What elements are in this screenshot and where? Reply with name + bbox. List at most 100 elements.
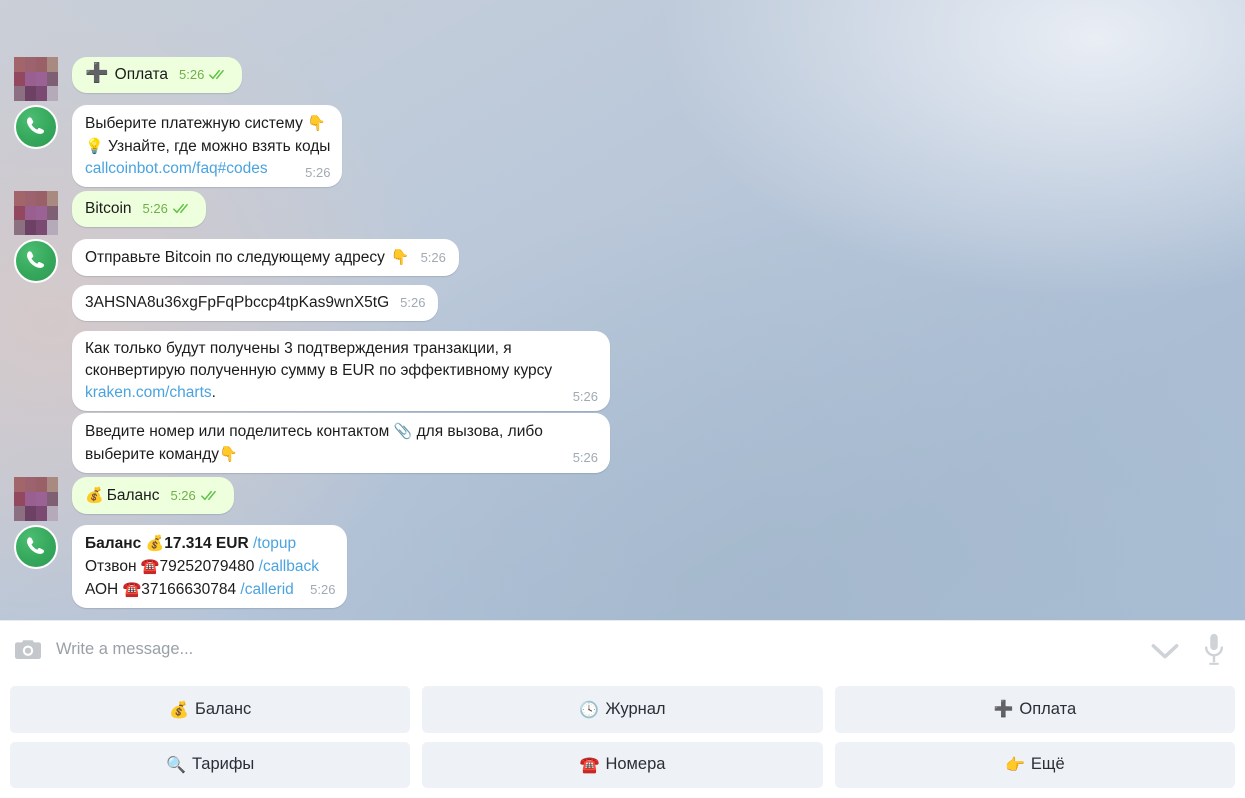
keyboard-button-label: Номера [605, 755, 666, 774]
callback-line: Отзвон ☎️79252079480 /callback [85, 555, 335, 578]
message-time: 5:26 [142, 201, 168, 216]
chat-message-area[interactable]: ➕ Оплата 5:26 Выберите платежную систему… [0, 0, 1245, 620]
avatar-slot [14, 57, 62, 101]
avatar-slot [14, 191, 62, 235]
message-meta: 5:26 [310, 583, 335, 596]
avatar-user-pixelated[interactable] [14, 477, 58, 521]
bitcoin-address-text: 3AHSNA8u36xgFpFqPbccp4tpKas9wnX5tG [85, 294, 390, 311]
message-bubble-incoming[interactable]: Баланс 💰17.314 EUR /topup Отзвон ☎️79252… [72, 525, 348, 608]
command-callback[interactable]: /callback [259, 558, 319, 575]
callerid-line: АОН ☎️37166630784 /callerid 5:26 [85, 578, 335, 601]
message-bubble-incoming[interactable]: Введите номер или поделитесь контактом 📎… [72, 413, 610, 473]
telephone-icon: ☎️ [140, 557, 160, 575]
callback-number: 79252079480 [159, 558, 255, 575]
message-time: 5:26 [305, 165, 331, 180]
message-time: 5:26 [572, 450, 598, 465]
message-bubble-outgoing[interactable]: Bitcoin 5:26 [72, 191, 206, 227]
avatar-user-pixelated[interactable] [14, 57, 58, 101]
balance-value: 17.314 EUR [164, 535, 249, 552]
avatar-slot [14, 239, 62, 283]
message-text-suffix: . [211, 384, 216, 401]
message-meta: 5:26 [573, 451, 598, 464]
message-bubble-incoming[interactable]: Как только будут получены 3 подтверждени… [72, 331, 610, 411]
message-input[interactable] [56, 640, 1145, 659]
message-time: 5:26 [179, 67, 205, 82]
point-down-icon: 👇 [390, 248, 410, 266]
keyboard-row: 💰 Баланс 🕓 Журнал ➕ Оплата [10, 686, 1235, 733]
message-text-line1: Выберите платежную систему [85, 115, 303, 132]
message-list: ➕ Оплата 5:26 Выберите платежную систему… [0, 57, 1245, 620]
read-ticks-icon [200, 490, 221, 501]
keyboard-button-label: Ещё [1030, 755, 1065, 774]
message-time: 5:26 [420, 250, 446, 265]
keyboard-button-journal[interactable]: 🕓 Журнал [422, 686, 823, 733]
avatar-slot [14, 477, 62, 521]
message-meta: 5:26 [573, 390, 598, 403]
keyboard-button-tariffs[interactable]: 🔍 Тарифы [10, 741, 411, 788]
message-row: Отправьте Bitcoin по следующему адресу 👇… [0, 239, 1245, 283]
callback-label: Отзвон [85, 558, 137, 575]
phone-handset-icon [26, 537, 45, 554]
keyboard-row: 🔍 Тарифы ☎️ Номера 👉 Ещё [10, 741, 1235, 788]
message-meta: 5:26 [170, 489, 220, 502]
point-right-icon: 👉 [1004, 755, 1025, 775]
keyboard-button-label: Оплата [1019, 699, 1077, 718]
message-bubble-incoming[interactable]: Отправьте Bitcoin по следующему адресу 👇… [72, 239, 459, 276]
point-down-icon: 👇 [219, 445, 238, 463]
message-row: Баланс 💰17.314 EUR /topup Отзвон ☎️79252… [0, 525, 1245, 608]
avatar-slot-empty [14, 285, 62, 329]
message-row: Введите номер или поделитесь контактом 📎… [0, 413, 1245, 473]
message-bubble-outgoing[interactable]: 💰 Баланс 5:26 [72, 477, 234, 514]
balance-label: Баланс [85, 535, 142, 552]
command-topup[interactable]: /topup [253, 535, 296, 552]
message-bubble-outgoing[interactable]: ➕ Оплата 5:26 [72, 57, 243, 93]
light-bulb-icon: 💡 [85, 137, 104, 155]
avatar-slot-empty [14, 331, 62, 375]
message-text-part1: Введите номер или поделитесь контактом [85, 423, 390, 440]
avatar-bot-phone[interactable] [14, 105, 58, 149]
message-bubble-incoming[interactable]: Выберите платежную систему 👇 💡 Узнайте, … [72, 105, 343, 187]
avatar-slot [14, 105, 62, 149]
money-bag-icon: 💰 [85, 486, 104, 504]
camera-icon[interactable] [14, 638, 42, 662]
telephone-icon: ☎️ [122, 580, 142, 598]
magnifying-glass-icon: 🔍 [166, 755, 186, 775]
keyboard-button-balance[interactable]: 💰 Баланс [10, 686, 411, 733]
avatar-bot-phone[interactable] [14, 525, 58, 569]
message-row: 3AHSNA8u36xgFpFqPbccp4tpKas9wnX5tG 5:26 [0, 285, 1245, 329]
message-text: Отправьте Bitcoin по следующему адресу [85, 249, 385, 266]
keyboard-button-more[interactable]: 👉 Ещё [834, 741, 1235, 788]
camera-glyph [15, 639, 41, 659]
message-row: Выберите платежную систему 👇 💡 Узнайте, … [0, 105, 1245, 187]
phone-handset-icon [26, 117, 45, 134]
message-row: Bitcoin 5:26 [0, 191, 1245, 235]
message-row: 💰 Баланс 5:26 [0, 477, 1245, 521]
message-time: 5:26 [400, 295, 426, 310]
message-time: 5:26 [572, 389, 598, 404]
message-text: Баланс [106, 487, 160, 504]
phone-handset-icon [26, 251, 45, 268]
message-composer [0, 620, 1245, 678]
keyboard-button-payment[interactable]: ➕ Оплата [834, 686, 1235, 733]
keyboard-button-label: Тарифы [191, 755, 255, 774]
link-kraken-charts[interactable]: kraken.com/charts [85, 384, 212, 401]
keyboard-button-numbers[interactable]: ☎️ Номера [422, 741, 823, 788]
message-meta: 5:26 [421, 251, 446, 264]
link-faq-codes[interactable]: callcoinbot.com/faq#codes [85, 160, 268, 177]
avatar-user-pixelated[interactable] [14, 191, 58, 235]
message-bubble-incoming[interactable]: 3AHSNA8u36xgFpFqPbccp4tpKas9wnX5tG 5:26 [72, 285, 439, 321]
message-meta: 5:26 [143, 202, 193, 215]
keyboard-button-label: Баланс [195, 699, 252, 718]
money-bag-icon: 💰 [169, 699, 190, 719]
plus-icon: ➕ [993, 699, 1014, 719]
avatar-bot-phone[interactable] [14, 239, 58, 283]
microphone-icon[interactable] [1199, 633, 1229, 667]
clock-icon: 🕓 [579, 699, 600, 719]
message-time: 5:26 [170, 488, 196, 503]
chevron-down-icon[interactable] [1145, 630, 1185, 670]
balance-line: Баланс 💰17.314 EUR /topup [85, 532, 335, 555]
plus-icon: ➕ [85, 62, 109, 84]
read-ticks-icon [209, 69, 229, 80]
command-callerid[interactable]: /callerid [240, 581, 293, 598]
avatar-slot-empty [14, 413, 62, 457]
